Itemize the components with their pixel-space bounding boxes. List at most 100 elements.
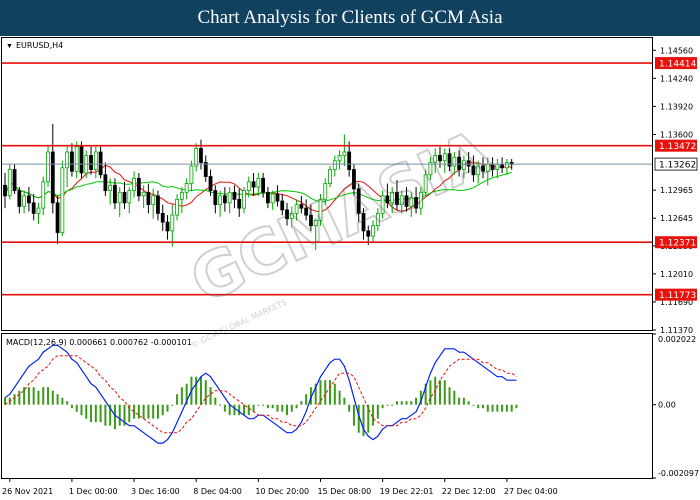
candle-body	[256, 177, 261, 188]
candle-body	[17, 190, 22, 207]
time-tick-label: 15 Dec 08:00	[317, 487, 371, 496]
candle-body	[117, 191, 122, 204]
candle-body	[261, 177, 266, 193]
candle-body	[93, 151, 98, 170]
macd-histogram-bar	[42, 387, 45, 405]
macd-histogram-bar	[75, 404, 78, 412]
symbol-dropdown-icon: ▼	[6, 43, 13, 50]
candle	[79, 141, 84, 179]
macd-histogram-bar	[61, 397, 64, 405]
time-tick-label: 3 Dec 16:00	[131, 487, 180, 496]
candle-body	[98, 151, 103, 176]
price-tick-label: 1.12010	[660, 270, 693, 279]
candle-body	[46, 151, 50, 183]
candle-body	[41, 181, 46, 209]
macd-histogram-bar	[66, 401, 69, 405]
candle-body	[500, 163, 505, 169]
macd-histogram-bar	[99, 404, 102, 423]
level-price-label: 1.13472	[659, 142, 696, 152]
candle-body	[79, 146, 84, 174]
candle-body	[170, 214, 175, 232]
candle-body	[122, 191, 127, 204]
macd-histogram-bar	[276, 404, 279, 412]
macd-histogram-bar	[90, 404, 93, 423]
candle-body	[218, 195, 223, 206]
macd-histogram-bar	[405, 401, 408, 405]
candle-body	[31, 202, 36, 214]
macd-histogram-bar	[51, 390, 54, 405]
candle-body	[36, 207, 41, 214]
candle-body	[22, 195, 27, 207]
macd-histogram-bar	[438, 380, 441, 405]
macd-histogram-bar	[142, 404, 145, 419]
candle-body	[265, 191, 270, 204]
chart-title: Chart Analysis for Clients of GCM Asia	[197, 7, 503, 28]
macd-histogram-bar	[156, 404, 159, 419]
candle-body	[227, 191, 232, 204]
candle-body	[70, 151, 74, 172]
macd-histogram-bar	[199, 376, 202, 405]
candle-body	[160, 212, 165, 223]
macd-histogram-bar	[295, 404, 298, 409]
macd-histogram-bar	[343, 397, 346, 405]
candle-body	[136, 177, 141, 197]
candle-body	[146, 191, 151, 206]
candle-body	[189, 165, 194, 184]
time-tick-label: 19 Dec 22:01	[380, 487, 434, 496]
macd-histogram-bar	[94, 404, 97, 423]
macd-label: MACD(12,26,9) 0.000661 0.000762 -0.00010…	[6, 338, 192, 347]
macd-histogram-bar	[228, 404, 231, 416]
macd-histogram-bar	[37, 390, 40, 405]
macd-histogram-bar	[496, 404, 499, 412]
candle-body	[141, 191, 146, 197]
macd-histogram-bar	[381, 404, 384, 409]
macd-histogram-bar	[209, 387, 212, 405]
macd-histogram-bar	[47, 387, 50, 405]
macd-histogram-bar	[462, 397, 465, 405]
candle-body	[332, 160, 337, 170]
level-price-label: 1.12371	[659, 239, 696, 249]
candle-body	[151, 195, 156, 206]
macd-histogram-bar	[376, 404, 379, 419]
macd-histogram-bar	[477, 404, 480, 409]
price-tick-label: 1.12645	[660, 214, 693, 223]
macd-histogram-bar	[238, 404, 241, 416]
candle-body	[347, 151, 352, 170]
candle	[7, 164, 12, 200]
candle-body	[184, 183, 189, 193]
candle-body	[127, 190, 132, 204]
candle-body	[89, 155, 93, 170]
macd-histogram-bar	[286, 404, 289, 416]
candle-body	[3, 184, 7, 197]
macd-histogram-bar	[510, 404, 513, 412]
macd-histogram-bar	[458, 397, 461, 405]
candle-body	[12, 169, 17, 191]
macd-histogram-bar	[118, 404, 121, 426]
level-price-label: 1.14414	[659, 60, 696, 70]
candle-body	[208, 176, 213, 191]
macd-histogram-bar	[472, 404, 475, 406]
candle	[60, 160, 65, 237]
candle-body	[132, 177, 136, 191]
candle-body	[55, 202, 60, 234]
macd-histogram-bar	[271, 404, 274, 409]
macd-histogram-bar	[482, 404, 484, 409]
candle-body	[156, 195, 160, 214]
candle-body	[222, 195, 227, 204]
macd-histogram-bar	[443, 380, 446, 405]
price-tick-label: 1.13600	[660, 130, 693, 139]
macd-histogram-bar	[113, 404, 116, 430]
macd-histogram-bar	[223, 404, 226, 412]
macd-histogram-bar	[348, 404, 351, 412]
time-tick-label: 22 Dec 12:00	[442, 487, 496, 496]
macd-histogram-bar	[448, 387, 451, 405]
macd-tick-label: 0.002022	[658, 335, 696, 344]
candle-body	[213, 190, 218, 206]
macd-histogram-bar	[491, 404, 494, 412]
macd-histogram-bar	[300, 401, 303, 405]
candle-body	[113, 184, 117, 204]
macd-histogram-bar	[367, 404, 370, 433]
candle-body	[342, 151, 347, 156]
macd-histogram-bar	[166, 404, 169, 412]
level-price-label: 1.11773	[659, 291, 696, 301]
